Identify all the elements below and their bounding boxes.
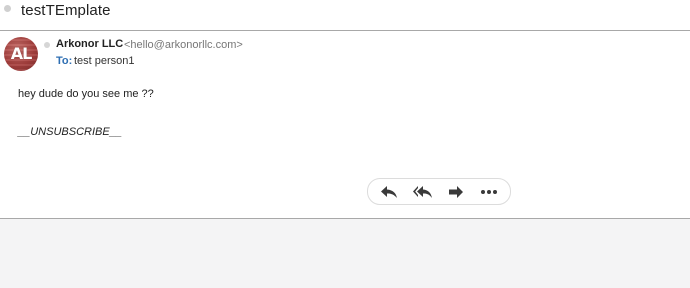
unread-indicator-icon xyxy=(4,5,11,12)
empty-area xyxy=(0,219,690,288)
to-label: To: xyxy=(56,55,73,67)
subject-title: testTEmplate xyxy=(21,2,111,19)
reply-icon xyxy=(381,185,397,198)
forward-button[interactable] xyxy=(441,179,471,204)
recipient-name[interactable]: test person1 xyxy=(74,55,135,67)
forward-icon xyxy=(449,185,463,198)
unsubscribe-text: __UNSUBSCRIBE__ xyxy=(18,126,122,138)
sender-email[interactable]: <hello@arkonorllc.com> xyxy=(124,39,243,51)
more-icon xyxy=(481,189,497,194)
reply-all-icon xyxy=(413,185,432,198)
reply-all-button[interactable] xyxy=(408,179,438,204)
more-button[interactable] xyxy=(474,179,504,204)
message-actions xyxy=(367,178,511,205)
avatar-initials: AL xyxy=(10,44,33,63)
message-body-text: hey dude do you see me ?? xyxy=(18,88,154,100)
reply-button[interactable] xyxy=(374,179,404,204)
subject-bar: testTEmplate xyxy=(0,0,690,30)
avatar[interactable]: AL xyxy=(4,37,38,71)
message-card: AL Arkonor LLC <hello@arkonorllc.com> To… xyxy=(0,31,690,218)
presence-dot-icon xyxy=(44,42,50,48)
sender-name[interactable]: Arkonor LLC xyxy=(56,38,123,50)
email-reader: testTEmplate AL Arkonor LLC <hello@arkon… xyxy=(0,0,690,288)
